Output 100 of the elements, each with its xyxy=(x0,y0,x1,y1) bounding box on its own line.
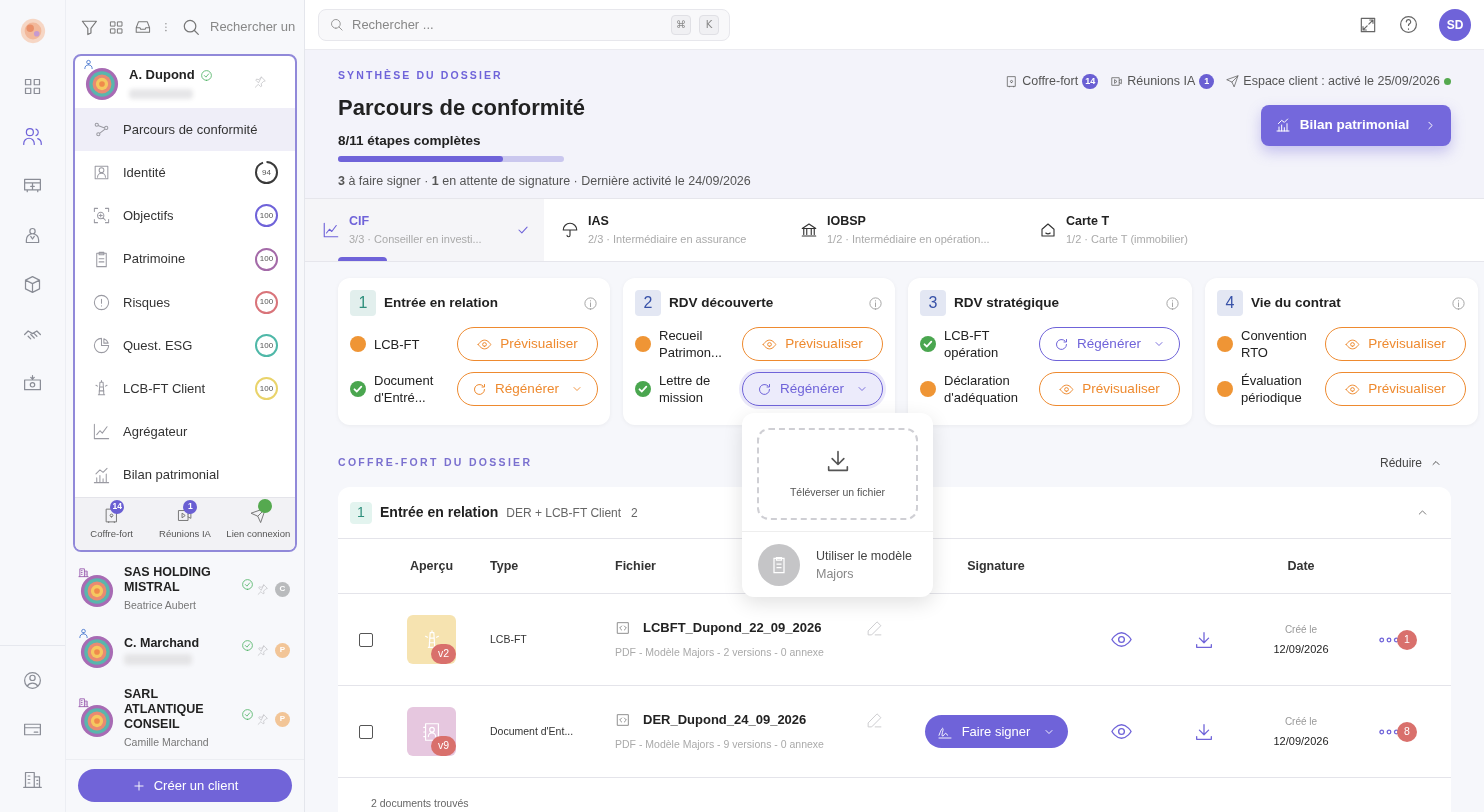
alert-icon xyxy=(92,292,111,312)
logo-icon[interactable] xyxy=(18,17,47,45)
header-link[interactable]: Réunions IA 1 xyxy=(1110,72,1215,91)
progress-label: 8/11 étapes complètes xyxy=(338,131,482,150)
score-label: 100 xyxy=(258,253,275,266)
client-item[interactable]: SAS HOLDING MISTRAL Beatrice Aubert C xyxy=(66,559,304,619)
menu-item[interactable]: Patrimoine 100 xyxy=(75,237,295,281)
initial-badge: C xyxy=(275,581,290,597)
date-label: Créé le xyxy=(1284,714,1318,729)
count-badge: 14 xyxy=(1082,73,1099,89)
eye-icon xyxy=(1345,381,1361,397)
safe-icon xyxy=(1005,74,1019,88)
eye-icon xyxy=(1059,381,1075,397)
line-chart-icon xyxy=(92,422,111,442)
create-client-button[interactable]: Créer un client xyxy=(78,769,292,802)
refresh-icon xyxy=(1054,336,1070,352)
sign-button[interactable]: Faire signer xyxy=(924,715,1068,748)
file-name[interactable]: LCBFT_Dupond_22_09_2026 xyxy=(643,617,822,638)
client-name: C. Marchand xyxy=(124,635,200,651)
document-label: Document d'Entré... xyxy=(374,372,435,406)
refresh-icon xyxy=(472,381,488,397)
collapse-button[interactable]: Réduire xyxy=(1379,454,1442,472)
eye-icon xyxy=(1345,336,1361,352)
users-icon[interactable] xyxy=(22,125,43,147)
clipboard-icon xyxy=(758,543,800,586)
score-label: 100 xyxy=(258,296,275,309)
score-label: 100 xyxy=(258,339,275,352)
tab-indicator xyxy=(338,257,387,261)
count-badge: 1 xyxy=(1199,73,1215,89)
report-button[interactable]: Bilan patrimonial xyxy=(1261,104,1451,146)
grid-icon[interactable] xyxy=(107,18,125,36)
search-field[interactable]: Rechercher un xyxy=(210,17,298,37)
regenerate-button[interactable]: Régénérer xyxy=(742,372,883,406)
summary-text: 3 à faire signer · 1 en attente de signature · Dernière activité le 24/09/2026 xyxy=(338,173,752,190)
search-icon xyxy=(181,17,201,37)
document-type: Document d'Ent... xyxy=(489,723,575,739)
page-title: Parcours de conformité xyxy=(338,93,586,122)
help-icon[interactable] xyxy=(1398,14,1419,35)
menu-item[interactable]: Bilan patrimonial xyxy=(75,453,295,497)
client-item[interactable]: C. Marchand P xyxy=(66,622,304,679)
step-number: 1 xyxy=(350,290,376,316)
info-icon[interactable] xyxy=(583,295,598,311)
inbox-icon[interactable] xyxy=(133,18,152,36)
blurred-subtitle xyxy=(129,88,193,99)
initial-badge: P xyxy=(275,642,290,658)
column-header: Date xyxy=(1287,557,1315,575)
tab[interactable]: CIF 3/3 · Conseiller en investi... xyxy=(305,199,544,261)
building-icon xyxy=(78,696,89,708)
bank-icon xyxy=(800,221,818,239)
step-title: Vie du contrat xyxy=(1251,293,1342,312)
menu-item[interactable]: Agrégateur xyxy=(75,410,295,454)
initial-badge: P xyxy=(275,711,290,727)
date-label: Créé le xyxy=(1284,622,1318,637)
info-icon[interactable] xyxy=(1165,295,1180,311)
client-contact: Beatrice Aubert xyxy=(124,597,197,613)
info-icon[interactable] xyxy=(868,295,883,311)
column-header: Aperçu xyxy=(409,557,454,575)
version-badge: v9 xyxy=(431,736,456,756)
person-icon xyxy=(78,627,89,639)
column-header: Fichier xyxy=(615,557,656,575)
step-number: 4 xyxy=(1217,290,1243,316)
row-checkbox[interactable] xyxy=(358,632,373,647)
menu-item[interactable]: Parcours de conformité xyxy=(75,108,295,152)
header-link[interactable]: Espace client : activé le 25/09/2026 xyxy=(1226,72,1451,91)
menu-item[interactable]: Quest. ESG 100 xyxy=(75,323,295,368)
menu-item[interactable]: LCB-FT Client 100 xyxy=(75,367,295,411)
bar-chart-icon xyxy=(92,465,111,485)
menu-item[interactable]: Risques 100 xyxy=(75,280,295,324)
eye-icon xyxy=(762,336,778,352)
regenerate-button[interactable]: Régénérer xyxy=(1039,327,1180,361)
key-cap: ⌘ xyxy=(671,14,691,35)
eye-icon xyxy=(477,336,493,352)
building-icon xyxy=(78,566,89,578)
menu-item[interactable]: Objectifs 100 xyxy=(75,194,295,238)
shortcut-button[interactable]: 1 Réunions IA xyxy=(148,497,222,550)
menu-item[interactable]: Identité 94 xyxy=(75,151,295,195)
count-badge: 14 xyxy=(110,499,125,514)
shortcut-button[interactable]: 14 Coffre-fort xyxy=(75,497,149,550)
user-avatar[interactable]: SD xyxy=(1439,8,1471,41)
shortcut-button[interactable]: Lien connexion xyxy=(221,497,295,550)
box-icon[interactable] xyxy=(22,274,43,296)
avatar-drawing xyxy=(80,634,114,669)
tab[interactable]: IAS 2/3 · Intermédiaire en assurance xyxy=(544,199,783,261)
header-link[interactable]: Coffre-fort 14 xyxy=(1005,72,1099,91)
search-input[interactable]: Rechercher ... xyxy=(352,14,663,35)
client-name[interactable]: A. Dupond xyxy=(129,65,195,85)
row-checkbox[interactable] xyxy=(358,724,373,739)
info-icon[interactable] xyxy=(1451,295,1466,311)
upload-dropzone[interactable]: Téléverser un fichier xyxy=(757,428,918,520)
count-badge: 1 xyxy=(1397,629,1417,650)
tab[interactable]: Carte T 1/2 · Carte T (immobilier) xyxy=(1022,199,1261,261)
tab[interactable]: IOBSP 1/2 · Intermédiaire en opération... xyxy=(783,199,1022,261)
avatar-drawing xyxy=(80,573,114,608)
account-icon[interactable] xyxy=(22,669,43,691)
avatar-drawing xyxy=(85,67,119,101)
score-label: 100 xyxy=(258,382,275,395)
count-badge: 8 xyxy=(1397,721,1417,742)
score-label: 94 xyxy=(261,166,272,179)
client-item[interactable]: SARL ATLANTIQUE CONSEIL Camille Marchand P xyxy=(66,682,304,757)
file-name[interactable]: DER_Dupond_24_09_2026 xyxy=(643,709,807,730)
